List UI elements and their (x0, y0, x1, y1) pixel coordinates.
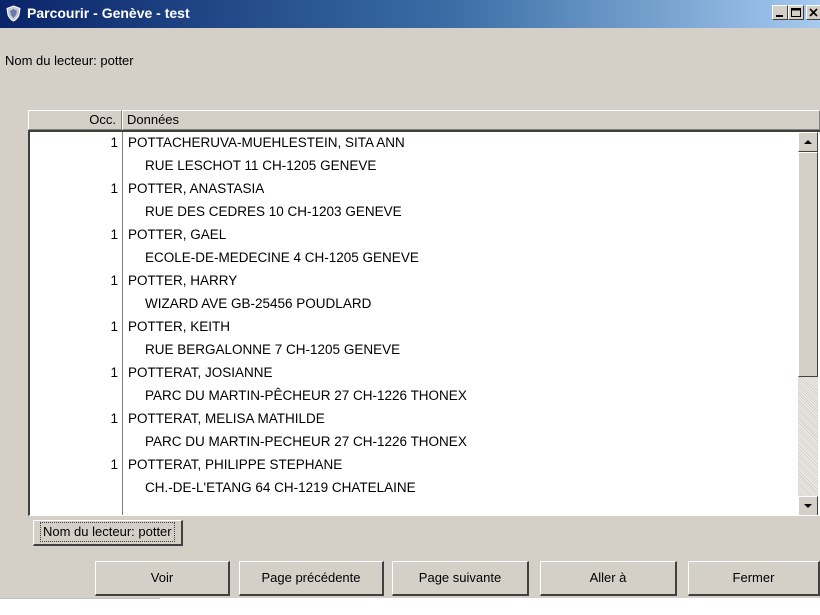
reader-name-cell: POTTER, GAEL (128, 227, 227, 242)
window-title: Parcourir - Genève - test (27, 5, 190, 21)
column-header-data[interactable]: Données (122, 110, 820, 130)
reader-name-label: Nom du lecteur: potter (5, 53, 134, 68)
vertical-scrollbar[interactable] (798, 132, 818, 515)
list-item[interactable]: 1 POTTER, KEITH (30, 316, 796, 339)
previous-page-button[interactable]: Page précédente (239, 561, 384, 596)
reader-name-cell: POTTERAT, PHILIPPE STEPHANE (128, 457, 343, 472)
reader-name-cell: POTTERAT, MELISA MATHILDE (128, 411, 325, 426)
address-cell: RUE LESCHOT 11 CH-1205 GENEVE (145, 158, 377, 173)
address-cell: RUE DES CEDRES 10 CH-1203 GENEVE (145, 204, 402, 219)
address-cell: RUE BERGALONNE 7 CH-1205 GENEVE (145, 342, 401, 357)
address-cell: ECOLE-DE-MEDECINE 4 CH-1205 GENEVE (145, 250, 419, 265)
list-item[interactable]: CH.-DE-L'ETANG 64 CH-1219 CHATELAINE (30, 477, 796, 500)
minimize-icon (776, 15, 783, 17)
list-item[interactable]: ECOLE-DE-MEDECINE 4 CH-1205 GENEVE (30, 247, 796, 270)
list-item[interactable]: PARC DU MARTIN-PECHEUR 27 CH-1226 THONEX (30, 431, 796, 454)
list-item[interactable]: RUE DES CEDRES 10 CH-1203 GENEVE (30, 201, 796, 224)
arrow-up-icon (804, 140, 812, 144)
occ-cell: 1 (110, 319, 118, 334)
reader-name-cell: POTTACHERUVA-MUEHLESTEIN, SITA ANN (128, 135, 405, 150)
occ-cell: 1 (110, 411, 118, 426)
list-item[interactable]: 1 POTTERAT, MELISA MATHILDE (30, 408, 796, 431)
divider (0, 598, 160, 599)
scroll-thumb[interactable] (798, 152, 818, 377)
results-list[interactable]: 1 POTTACHERUVA-MUEHLESTEIN, SITA ANN RUE… (28, 130, 820, 516)
occ-cell: 1 (110, 365, 118, 380)
address-cell: PARC DU MARTIN-PECHEUR 27 CH-1226 THONEX (145, 434, 467, 449)
close-icon (809, 8, 818, 17)
list-item[interactable]: 1 POTTER, ANASTASIA (30, 178, 796, 201)
address-cell: WIZARD AVE GB-25456 POUDLARD (145, 296, 372, 311)
list-item[interactable]: RUE LESCHOT 11 CH-1205 GENEVE (30, 155, 796, 178)
title-bar[interactable]: Parcourir - Genève - test (0, 0, 820, 28)
reader-tab-label: Nom du lecteur: potter (40, 522, 175, 542)
next-page-button[interactable]: Page suivante (392, 561, 529, 596)
close-window-button[interactable] (806, 5, 820, 20)
maximize-button[interactable] (788, 5, 804, 20)
occ-cell: 1 (110, 227, 118, 242)
scroll-up-button[interactable] (798, 132, 818, 152)
browse-window: Parcourir - Genève - test Nom du lecteur… (0, 0, 820, 598)
list-item[interactable]: 1 POTTER, GAEL (30, 224, 796, 247)
reader-name-cell: POTTER, KEITH (128, 319, 231, 334)
arrow-down-icon (804, 504, 812, 508)
list-item[interactable]: 1 POTTER, HARRY (30, 270, 796, 293)
maximize-icon (791, 8, 801, 17)
results-table: Occ. Données 1 POTTACHERUVA-MUEHLESTEIN,… (28, 110, 820, 516)
address-cell: CH.-DE-L'ETANG 64 CH-1219 CHATELAINE (145, 480, 416, 495)
list-item[interactable]: 1 POTTERAT, JOSIANNE (30, 362, 796, 385)
reader-tab[interactable]: Nom du lecteur: potter (33, 520, 183, 546)
view-button[interactable]: Voir (95, 561, 230, 596)
list-item[interactable]: 1 POTTACHERUVA-MUEHLESTEIN, SITA ANN (30, 132, 796, 155)
column-header-occ[interactable]: Occ. (28, 110, 122, 130)
list-item[interactable]: PARC DU MARTIN-PÊCHEUR 27 CH-1226 THONEX (30, 385, 796, 408)
scroll-down-button[interactable] (798, 496, 818, 515)
reader-name-cell: POTTERAT, JOSIANNE (128, 365, 273, 380)
occ-cell: 1 (110, 135, 118, 150)
list-item[interactable]: WIZARD AVE GB-25456 POUDLARD (30, 293, 796, 316)
minimize-button[interactable] (772, 5, 788, 20)
go-to-button[interactable]: Aller à (540, 561, 677, 596)
close-button[interactable]: Fermer (688, 561, 820, 596)
address-cell: PARC DU MARTIN-PÊCHEUR 27 CH-1226 THONEX (145, 388, 467, 403)
list-item[interactable]: 1 POTTERAT, PHILIPPE STEPHANE (30, 454, 796, 477)
reader-name-cell: POTTER, ANASTASIA (128, 181, 265, 196)
occ-cell: 1 (110, 181, 118, 196)
shield-icon[interactable] (5, 5, 22, 22)
list-item[interactable]: RUE BERGALONNE 7 CH-1205 GENEVE (30, 339, 796, 362)
occ-cell: 1 (110, 273, 118, 288)
reader-name-cell: POTTER, HARRY (128, 273, 238, 288)
occ-cell: 1 (110, 457, 118, 472)
